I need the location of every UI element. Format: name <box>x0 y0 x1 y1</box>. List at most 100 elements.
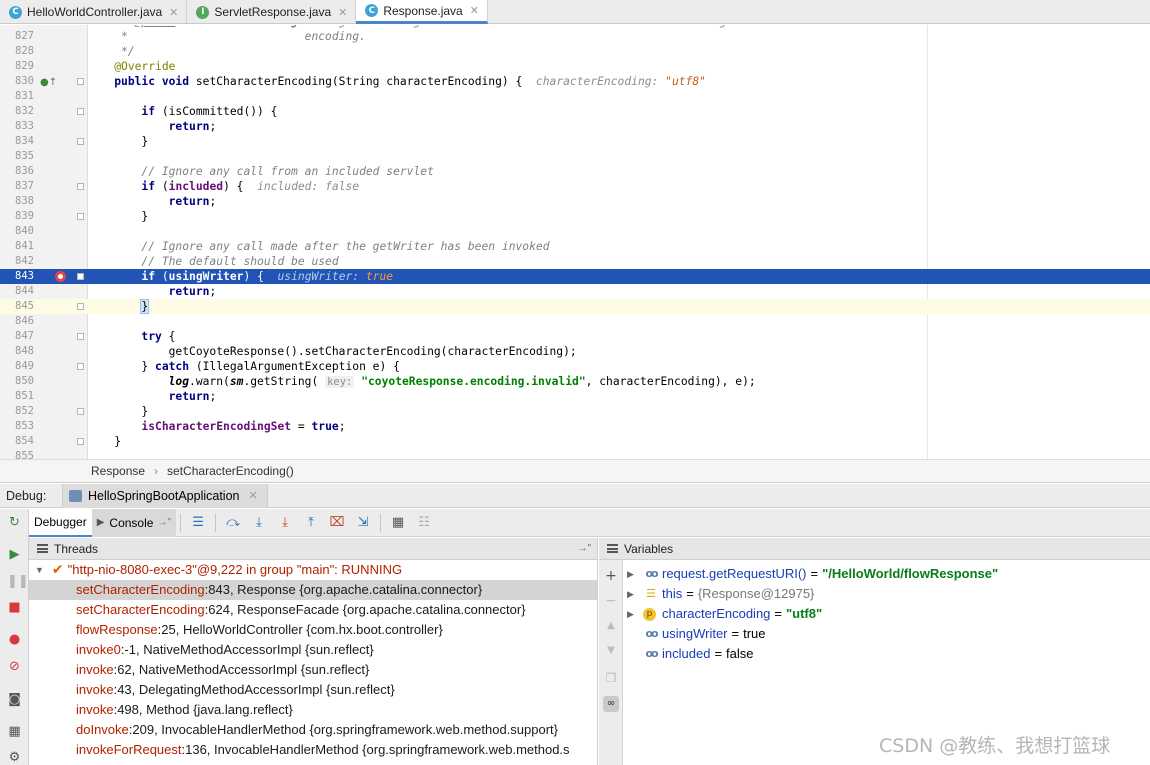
code-line[interactable]: 828 */ <box>0 44 1150 59</box>
breadcrumb-method[interactable]: setCharacterEncoding() <box>167 464 294 478</box>
tab-servletresponse[interactable]: I ServletResponse.java ✕ <box>187 0 357 24</box>
line-number[interactable]: 837 <box>0 179 34 194</box>
code-line[interactable]: 832 if (isCommitted()) { <box>0 104 1150 119</box>
close-icon[interactable]: ✕ <box>470 4 479 17</box>
line-number[interactable]: 851 <box>0 389 34 404</box>
resume-icon[interactable]: ▶ <box>7 548 22 562</box>
line-number[interactable]: 844 <box>0 284 34 299</box>
close-icon[interactable]: ✕ <box>338 6 347 19</box>
variable-row[interactable]: oo usingWriter = true <box>624 624 998 644</box>
line-number[interactable]: 829 <box>0 59 34 74</box>
line-number[interactable]: 842 <box>0 254 34 269</box>
code-line[interactable]: 829 @Override <box>0 59 1150 74</box>
chevron-right-icon[interactable]: ▶ <box>627 604 639 624</box>
code-editor[interactable]: 826 * @param characterEncoding String co… <box>0 25 1150 459</box>
override-icon[interactable]: ●↑ <box>40 75 57 90</box>
variable-row[interactable]: ▶ p characterEncoding = "utf8" <box>624 604 998 624</box>
camera-icon[interactable]: ◙ <box>7 693 22 707</box>
step-over-icon[interactable]: ⤼ <box>224 515 242 531</box>
stack-frame-row[interactable]: invoke:498, Method {java.lang.reflect} <box>29 700 597 720</box>
code-line[interactable]: 845 } <box>0 299 1150 314</box>
breakpoint-icon[interactable] <box>55 271 66 282</box>
fold-marker-icon[interactable] <box>77 273 84 280</box>
code-line[interactable]: 850 log.warn(sm.getString( key: "coyoteR… <box>0 374 1150 389</box>
stack-frame-row[interactable]: invoke:62, NativeMethodAccessorImpl {sun… <box>29 660 597 680</box>
tab-helloworldcontroller[interactable]: C HelloWorldController.java ✕ <box>0 0 188 24</box>
line-number[interactable]: 827 <box>0 29 34 44</box>
fold-marker-icon[interactable] <box>77 213 84 220</box>
line-number[interactable]: 847 <box>0 329 34 344</box>
fold-marker-icon[interactable] <box>77 108 84 115</box>
pause-icon[interactable]: ❚❚ <box>7 575 29 589</box>
move-down-icon[interactable]: ▼ <box>603 643 619 659</box>
line-number[interactable]: 854 <box>0 434 34 449</box>
stack-frame-row[interactable]: setCharacterEncoding:843, Response {org.… <box>29 580 597 600</box>
fold-marker-icon[interactable] <box>77 438 84 445</box>
plus-icon[interactable]: + <box>603 568 619 584</box>
code-line[interactable]: 848 getCoyoteResponse().setCharacterEnco… <box>0 344 1150 359</box>
line-number[interactable]: 840 <box>0 224 34 239</box>
code-line[interactable]: 847 try { <box>0 329 1150 344</box>
fold-marker-icon[interactable] <box>77 183 84 190</box>
line-number[interactable]: 828 <box>0 44 34 59</box>
fold-marker-icon[interactable] <box>77 303 84 310</box>
tab-response[interactable]: C Response.java ✕ <box>356 0 488 24</box>
fold-marker-icon[interactable] <box>77 138 84 145</box>
move-up-icon[interactable]: ▲ <box>603 618 619 634</box>
code-line[interactable]: 853 isCharacterEncodingSet = true; <box>0 419 1150 434</box>
line-number[interactable]: 855 <box>0 449 34 459</box>
line-number[interactable]: 836 <box>0 164 34 179</box>
variable-row[interactable]: ▶ ☰ this = {Response@12975} <box>624 584 998 604</box>
line-number[interactable]: 852 <box>0 404 34 419</box>
gear-icon[interactable]: ⚙ <box>7 751 22 765</box>
close-icon[interactable]: ✕ <box>248 489 257 502</box>
code-line[interactable]: 849 } catch (IllegalArgumentException e)… <box>0 359 1150 374</box>
chevron-down-icon[interactable]: ▼ <box>35 560 44 580</box>
chevron-right-icon[interactable]: ▶ <box>627 584 639 604</box>
fold-marker-icon[interactable] <box>77 363 84 370</box>
fold-marker-icon[interactable] <box>77 78 84 85</box>
code-line[interactable]: 830 ●↑ public void setCharacterEncoding(S… <box>0 74 1150 89</box>
stack-frame-row[interactable]: invoke:43, DelegatingMethodAccessorImpl … <box>29 680 597 700</box>
pin-icon[interactable]: →" <box>157 517 171 528</box>
run-to-cursor-icon[interactable]: ⇲ <box>354 515 372 531</box>
show-watches-icon[interactable]: ∞ <box>603 696 619 712</box>
code-line[interactable]: 852 } <box>0 404 1150 419</box>
tab-console[interactable]: ▶ Console →" <box>91 508 177 537</box>
line-number[interactable]: 841 <box>0 239 34 254</box>
stop-icon[interactable]: ■ <box>7 601 22 615</box>
line-number[interactable]: 833 <box>0 119 34 134</box>
force-step-into-icon[interactable]: ⤓ <box>276 515 294 531</box>
stack-frame-row[interactable]: setCharacterEncoding:624, ResponseFacade… <box>29 600 597 620</box>
evaluate-expression-icon[interactable]: ▦ <box>389 515 407 531</box>
code-line[interactable]: 835 <box>0 149 1150 164</box>
code-line[interactable]: 836 // Ignore any call from an included … <box>0 164 1150 179</box>
code-line[interactable]: 840 <box>0 224 1150 239</box>
code-line[interactable]: 841 // Ignore any call made after the ge… <box>0 239 1150 254</box>
line-number[interactable]: 839 <box>0 209 34 224</box>
stack-frame-row[interactable]: invokeForRequest:136, InvocableHandlerMe… <box>29 740 597 760</box>
code-line[interactable]: 846 <box>0 314 1150 329</box>
code-line[interactable]: 827 * encoding. <box>0 29 1150 44</box>
thread-row[interactable]: ▼ ✔ "http-nio-8080-exec-3"@9,222 in grou… <box>29 560 597 580</box>
chevron-right-icon[interactable]: ▶ <box>627 564 639 584</box>
fold-marker-icon[interactable] <box>77 408 84 415</box>
line-number[interactable]: 832 <box>0 104 34 119</box>
code-line[interactable]: 855 <box>0 449 1150 459</box>
step-out-icon[interactable]: ⤒ <box>302 515 320 531</box>
show-execution-point-icon[interactable]: ☰ <box>189 515 207 531</box>
rerun-icon[interactable]: ↻ <box>7 516 22 530</box>
code-line[interactable]: 842 // The default should be used <box>0 254 1150 269</box>
stack-frame-row[interactable]: invoke0:-1, NativeMethodAccessorImpl {su… <box>29 640 597 660</box>
fold-marker-icon[interactable] <box>77 333 84 340</box>
line-number[interactable]: 830 <box>0 74 34 89</box>
line-number[interactable]: 838 <box>0 194 34 209</box>
layout-icon[interactable]: ▦ <box>7 725 22 739</box>
stack-frame-row[interactable]: flowResponse:25, HelloWorldController {c… <box>29 620 597 640</box>
step-into-icon[interactable]: ⤓ <box>250 515 268 531</box>
line-number[interactable]: 853 <box>0 419 34 434</box>
view-breakpoints-icon[interactable]: ● <box>7 633 22 647</box>
trace-streams-icon[interactable]: ☷ <box>415 515 433 531</box>
pin-icon[interactable]: →" <box>577 543 591 554</box>
line-number[interactable]: 850 <box>0 374 34 389</box>
